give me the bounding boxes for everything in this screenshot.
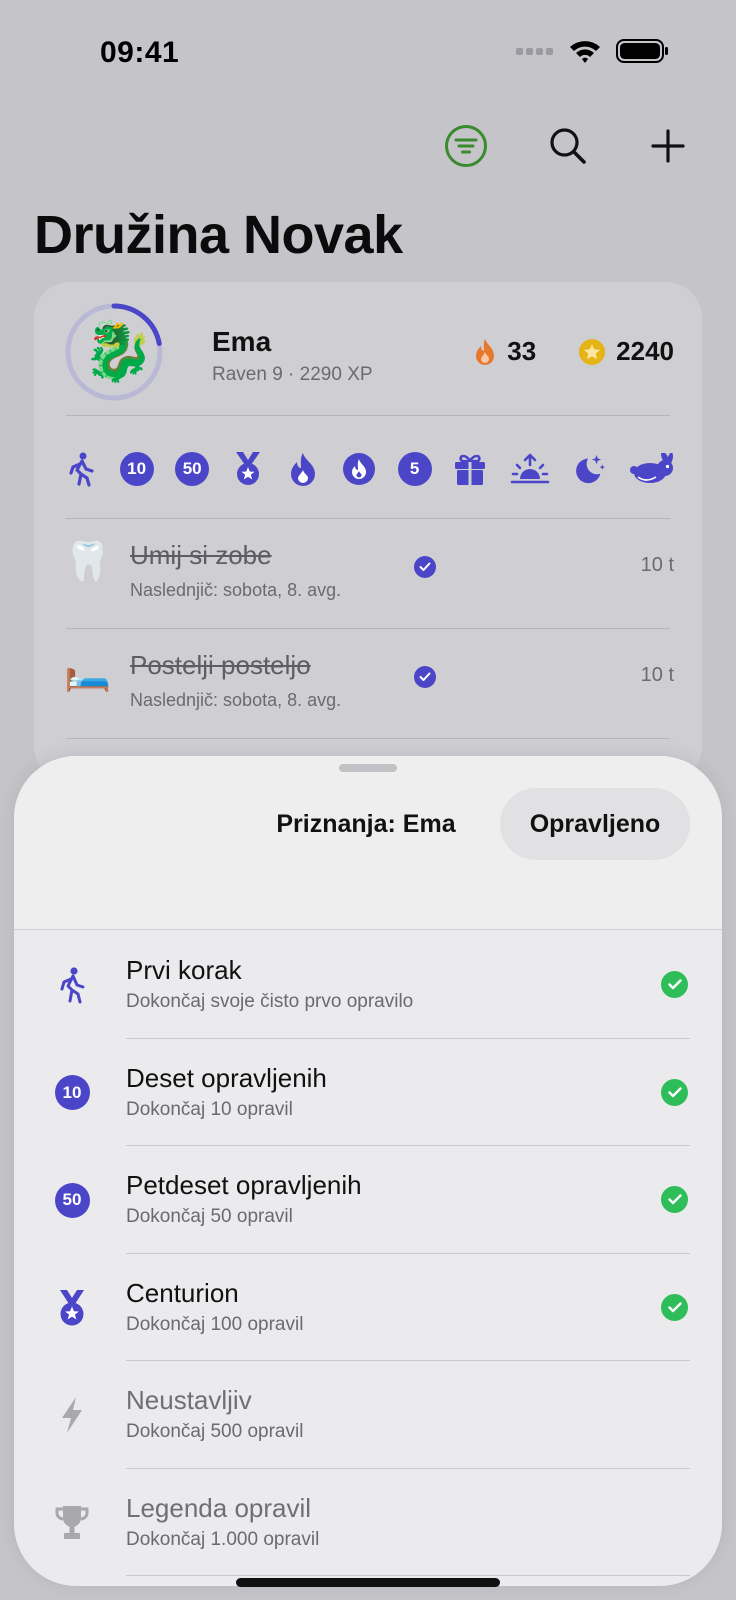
achievement-description: Dokončaj 100 opravil — [126, 1313, 304, 1335]
sunrise-icon — [509, 452, 551, 486]
chore-points: 10 t — [640, 554, 674, 576]
achievement-title: Legenda opravil — [126, 1492, 312, 1523]
number-badge: 50 — [175, 452, 210, 486]
completed-checkmark-icon[interactable] — [414, 666, 436, 688]
achievement-row[interactable]: Centurion Dokončaj 100 opravil — [14, 1254, 722, 1361]
achievement-badge-number: 10 — [54, 1075, 90, 1110]
status-bar: 09:41 — [0, 0, 736, 100]
chore-emoji: 🛏️ — [64, 651, 112, 693]
home-indicator[interactable] — [236, 1578, 500, 1587]
add-button[interactable] — [636, 114, 700, 178]
unlocked-checkmark-icon — [661, 1293, 688, 1321]
medal-icon — [54, 1289, 90, 1326]
flame-circle-icon — [342, 452, 376, 486]
moon-stars-icon — [572, 452, 606, 486]
achievement-row[interactable]: 10 Deset opravljenih Dokončaj 10 opravil — [14, 1039, 722, 1146]
chore-next-date: Naslednjič: sobota, 8. avg. — [130, 690, 342, 710]
member-level-xp: Raven 9 · 2290 XP — [212, 364, 373, 385]
chore-emoji: 🦷 — [64, 541, 112, 583]
achievements-sheet: Priznanja: Ema Opravljeno Prvi korak Dok… — [14, 756, 722, 1586]
achievement-title: Deset opravljenih — [126, 1062, 327, 1093]
unlocked-checkmark-icon — [661, 971, 688, 998]
achievement-row[interactable]: Prvi korak Dokončaj svoje čisto prvo opr… — [14, 931, 722, 1039]
coin-count: 2240 — [616, 336, 674, 366]
badge-row[interactable]: 10 50 5 — [64, 452, 676, 487]
member-name: Ema — [212, 326, 272, 357]
achievement-badge-number: 50 — [54, 1182, 90, 1218]
achievement-description: Dokončaj svoje čisto prvo opravilo — [126, 991, 414, 1012]
chore-title: Umij si zobe — [130, 540, 272, 570]
done-button[interactable]: Opravljeno — [500, 788, 690, 860]
divider — [126, 1575, 690, 1576]
divider — [66, 738, 670, 739]
achievement-title: Prvi korak — [126, 955, 242, 985]
number-badge-icon: 50 — [54, 1182, 90, 1218]
chore-points: 10 t — [640, 664, 674, 686]
trophy-icon — [54, 1505, 90, 1541]
achievement-title: Centurion — [126, 1277, 239, 1308]
achievement-row[interactable]: 50 Petdeset opravljenih Dokončaj 50 opra… — [14, 1146, 722, 1254]
walking-person-icon — [54, 967, 90, 1004]
member-profile-row[interactable]: 🐉 Ema Raven 9 · 2290 XP 33 2240 — [64, 302, 674, 402]
rabbit-icon — [628, 452, 676, 486]
sheet-header: Priznanja: Ema Opravljeno — [14, 756, 722, 930]
plus-icon — [651, 129, 685, 163]
chore-next-date: Naslednjič: sobota, 8. avg. — [130, 580, 342, 600]
number-badge: 5 — [397, 452, 432, 486]
achievement-row[interactable]: Legenda opravil Dokončaj 1.000 opravil — [14, 1469, 722, 1576]
completed-checkmark-icon[interactable] — [414, 556, 436, 578]
medal-icon — [231, 452, 265, 486]
achievement-title: Neustavljiv — [126, 1385, 252, 1415]
member-stats: 33 2240 — [473, 336, 674, 367]
toolbar — [432, 112, 700, 180]
flame-icon — [286, 452, 320, 486]
wifi-icon — [570, 41, 600, 63]
chore-row[interactable]: 🛏️ Postelji posteljo Naslednjič: sobota,… — [64, 628, 676, 728]
flame-icon — [476, 338, 495, 365]
achievement-description: Dokončaj 50 opravil — [126, 1206, 293, 1227]
achievement-description: Dokončaj 500 opravil — [126, 1421, 304, 1442]
walking-person-icon — [64, 452, 98, 487]
divider — [66, 415, 670, 416]
unlocked-checkmark-icon — [661, 1186, 688, 1213]
coin-star-icon — [579, 338, 606, 365]
achievement-list: Prvi korak Dokončaj svoje čisto prvo opr… — [14, 931, 722, 1576]
achievement-row[interactable]: Neustavljiv Dokončaj 500 opravil — [14, 1361, 722, 1469]
chore-row[interactable]: 🦷 Umij si zobe Naslednjič: sobota, 8. av… — [64, 518, 676, 618]
achievement-description: Dokončaj 10 opravil — [126, 1098, 293, 1120]
streak-count: 33 — [507, 336, 537, 366]
gift-icon — [453, 452, 487, 486]
filter-button[interactable] — [432, 112, 500, 180]
member-card[interactable]: 🐉 Ema Raven 9 · 2290 XP 33 2240 10 50 5 … — [34, 282, 702, 782]
number-badge-icon: 10 — [54, 1075, 90, 1111]
chore-title: Postelji posteljo — [130, 650, 311, 680]
achievement-description: Dokončaj 1.000 opravil — [126, 1528, 320, 1550]
page-title: Družina Novak — [34, 205, 403, 265]
battery-icon — [616, 39, 668, 63]
avatar: 🐉 — [82, 319, 155, 384]
search-icon — [550, 128, 586, 164]
unlocked-checkmark-icon — [661, 1078, 688, 1106]
number-badge: 10 — [119, 452, 154, 486]
search-button[interactable] — [536, 114, 600, 178]
status-time: 09:41 — [100, 36, 180, 69]
sheet-grabber[interactable] — [339, 764, 397, 772]
achievement-title: Petdeset opravljenih — [126, 1170, 362, 1200]
bolt-icon — [54, 1397, 90, 1433]
filter-icon — [445, 125, 487, 167]
cellular-signal-icon — [516, 48, 553, 55]
status-icons — [516, 38, 670, 64]
